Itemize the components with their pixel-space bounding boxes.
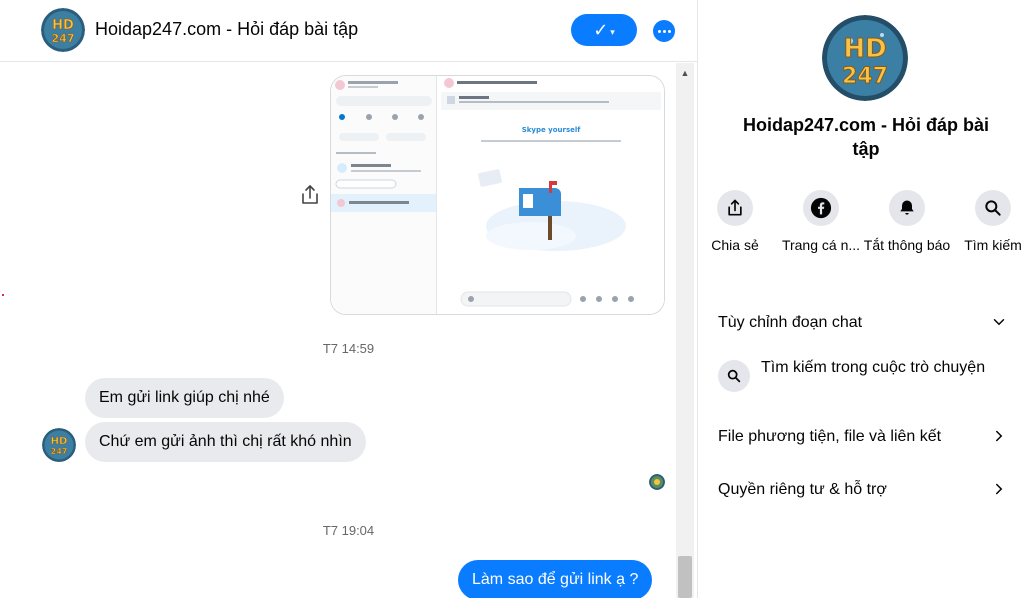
dot-icon (662, 29, 666, 33)
share-icon[interactable] (298, 183, 322, 207)
svg-text:247: 247 (842, 64, 888, 89)
search-action[interactable]: Tìm kiếm (948, 190, 1024, 254)
avatar[interactable]: HD 247 (822, 15, 908, 101)
message-timestamp: T7 19:04 (322, 523, 375, 538)
mute-action[interactable]: Tắt thông báo (862, 190, 952, 254)
privacy-support-row[interactable]: Quyền riêng tư & hỗ trợ (718, 478, 1014, 502)
mute-label: Tắt thông báo (863, 237, 951, 253)
avatar[interactable]: HD 247 (41, 8, 85, 52)
dot-icon (657, 29, 661, 33)
svg-text:HD: HD (843, 34, 886, 64)
search-icon (985, 200, 1001, 216)
search-label: Tìm kiếm (964, 237, 1022, 253)
svg-text:247: 247 (51, 447, 68, 456)
more-options-button[interactable] (653, 20, 675, 42)
search-in-conversation-label: Tìm kiếm trong cuộc trò chuyện (761, 359, 986, 376)
bell-icon (900, 200, 914, 215)
svg-text:HD: HD (51, 436, 68, 447)
chevron-right-icon (996, 483, 1003, 495)
chevron-right-icon (996, 430, 1003, 442)
image-attachment[interactable]: Skype yourself (330, 75, 665, 315)
search-icon (718, 360, 750, 392)
share-label: Chia sẻ (711, 237, 759, 253)
share-icon (728, 199, 742, 216)
message-timestamp: T7 14:59 (322, 341, 375, 356)
chevron-down-icon (993, 319, 1005, 326)
scrollbar-thumb[interactable] (678, 556, 692, 598)
share-action[interactable]: Chia sẻ (690, 190, 780, 254)
svg-text:Skype yourself: Skype yourself (522, 126, 582, 134)
check-icon: ✓ (593, 20, 609, 40)
profile-action-circle (803, 190, 839, 226)
svg-text:247: 247 (52, 32, 75, 45)
share-action-circle (717, 190, 753, 226)
profile-action[interactable]: Trang cá n... (776, 190, 866, 254)
mute-action-circle (889, 190, 925, 226)
profile-label: Trang cá n... (781, 237, 861, 253)
customize-chat-label: Tùy chỉnh đoạn chat (718, 314, 863, 331)
scrollbar[interactable] (676, 63, 694, 598)
incoming-message[interactable]: Em gửi link giúp chị nhé (85, 378, 284, 418)
chat-header: HD 247 Hoidap247.com - Hỏi đáp bài tập ✓… (0, 0, 697, 62)
customize-chat-row[interactable]: Tùy chỉnh đoạn chat (718, 311, 1014, 335)
svg-text:HD: HD (52, 18, 74, 33)
seen-avatar-icon (649, 474, 665, 490)
skype-screenshot-image: Skype yourself (331, 76, 664, 314)
dot-icon (667, 29, 671, 33)
facebook-icon (810, 197, 832, 219)
privacy-support-label: Quyền riêng tư & hỗ trợ (718, 481, 887, 498)
avatar[interactable]: HD 247 (42, 428, 76, 462)
profile-name: Hoidap247.com - Hỏi đáp bài tập (742, 115, 990, 159)
seen-status-button[interactable]: ✓ ▾ (571, 14, 637, 46)
incoming-message[interactable]: Chứ em gửi ảnh thì chị rất khó nhìn (85, 422, 366, 462)
media-files-links-row[interactable]: File phương tiện, file và liên kết (718, 425, 1014, 449)
messenger-window: HD 247 Hoidap247.com - Hỏi đáp bài tập ✓… (0, 0, 1024, 598)
decorative-dot (2, 294, 4, 296)
outgoing-message[interactable]: Làm sao để gửi link ạ ? (458, 560, 653, 598)
chevron-down-icon: ▾ (610, 26, 615, 37)
conversation-info-panel: HD 247 Hoidap247.com - Hỏi đáp bài tập C… (698, 0, 1024, 598)
message-list: Skype yourself T7 14:59 Em gửi link giúp… (0, 63, 697, 598)
chat-title[interactable]: Hoidap247.com - Hỏi đáp bài tập (95, 19, 358, 40)
search-action-circle (975, 190, 1011, 226)
scroll-up-arrow-icon[interactable]: ▲ (676, 66, 694, 80)
media-files-links-label: File phương tiện, file và liên kết (718, 428, 942, 445)
